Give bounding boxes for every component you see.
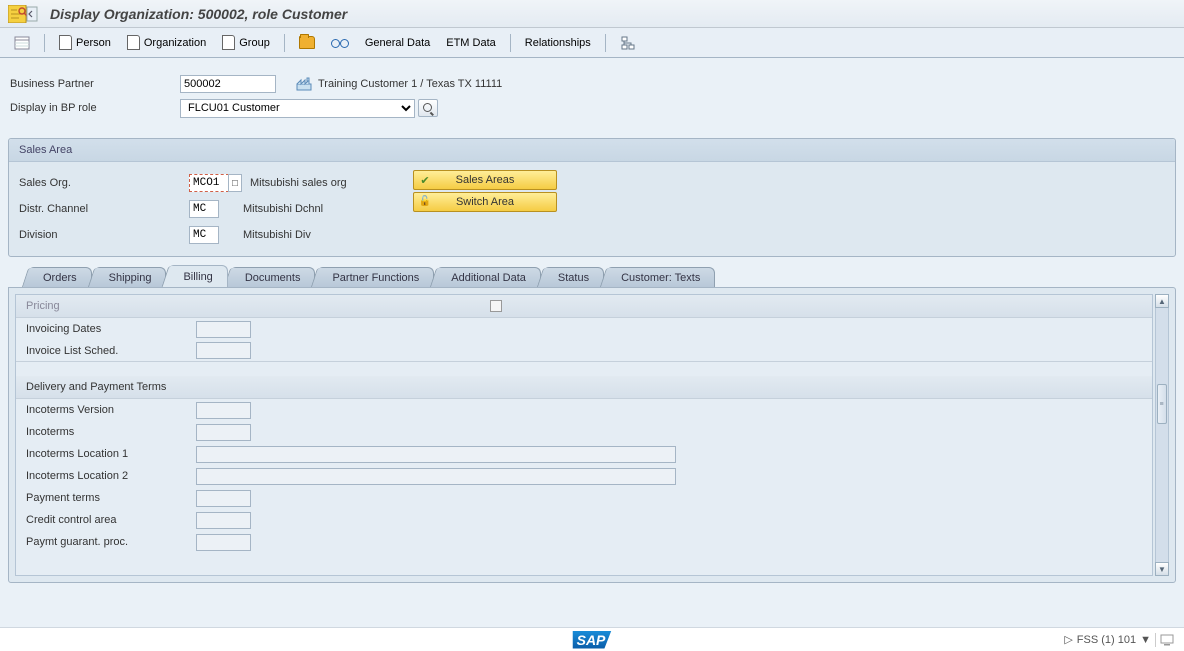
distr-channel-descr: Mitsubishi Dchnl xyxy=(243,203,323,215)
scroll-up-button[interactable]: ▲ xyxy=(1155,294,1169,308)
search-icon xyxy=(423,103,433,113)
tab-shipping[interactable]: Shipping xyxy=(94,267,167,287)
scroll-thumb[interactable]: ≡ xyxy=(1157,384,1167,424)
incoterms-loc2-input[interactable] xyxy=(196,468,676,485)
tab-documents[interactable]: Documents xyxy=(230,267,316,287)
terminal-icon[interactable] xyxy=(1160,634,1174,646)
status-system: FSS (1) 101 xyxy=(1077,634,1136,646)
credit-control-input[interactable] xyxy=(196,512,251,529)
division-descr: Mitsubishi Div xyxy=(243,229,311,241)
payment-terms-label: Payment terms xyxy=(26,492,196,504)
tab-billing[interactable]: Billing xyxy=(168,265,227,287)
incoterms-version-input[interactable] xyxy=(196,402,251,419)
sap-logo: SAP xyxy=(573,631,612,649)
invoicing-dates-label: Invoicing Dates xyxy=(26,323,196,335)
group-label: Group xyxy=(239,37,270,49)
header-fields: Business Partner Training Customer 1 / T… xyxy=(8,66,1176,138)
person-label: Person xyxy=(76,37,111,49)
sales-area-title: Sales Area xyxy=(9,139,1175,162)
scroll-down-button[interactable]: ▼ xyxy=(1155,562,1169,576)
invoicing-dates-input[interactable] xyxy=(196,321,251,338)
distr-channel-label: Distr. Channel xyxy=(19,203,189,215)
bp-label: Business Partner xyxy=(10,78,180,90)
relationships-label: Relationships xyxy=(525,37,591,49)
vertical-scrollbar[interactable]: ▲ ≡ ▼ xyxy=(1155,294,1169,576)
incoterms-loc1-input[interactable] xyxy=(196,446,676,463)
switch-area-label: Switch Area xyxy=(456,196,514,208)
paymt-guarant-label: Paymt guarant. proc. xyxy=(26,536,196,548)
billing-scroll: Pricing Invoicing Dates Invoice List Sch… xyxy=(15,294,1153,576)
factory-icon xyxy=(296,77,312,91)
app-toolbar: Person Organization Group General Data E… xyxy=(0,28,1184,58)
sales-org-descr: Mitsubishi sales org xyxy=(250,177,347,189)
glasses-button[interactable] xyxy=(325,32,355,54)
switch-area-button[interactable]: Switch Area xyxy=(413,192,557,212)
document-icon xyxy=(59,35,72,50)
incoterms-label: Incoterms xyxy=(26,426,196,438)
tab-status[interactable]: Status xyxy=(543,267,604,287)
bp-role-select[interactable]: FLCU01 Customer xyxy=(180,99,415,118)
f4-help-button[interactable]: ☐ xyxy=(228,174,242,192)
invoice-list-sched-input[interactable] xyxy=(196,342,251,359)
document-icon xyxy=(222,35,235,50)
glasses-icon xyxy=(331,38,349,48)
connection-icon: ▷ xyxy=(1064,633,1072,646)
group-button[interactable]: Group xyxy=(216,32,276,54)
tab-orders[interactable]: Orders xyxy=(28,267,92,287)
window-icon[interactable] xyxy=(6,4,40,24)
status-bar: SAP ▷ FSS (1) 101 ▼ xyxy=(0,627,1184,651)
role-label: Display in BP role xyxy=(10,102,180,114)
document-icon xyxy=(127,35,140,50)
incoterms-version-label: Incoterms Version xyxy=(26,404,196,416)
tab-partner-functions[interactable]: Partner Functions xyxy=(317,267,434,287)
overview-button[interactable] xyxy=(614,32,642,54)
role-search-button[interactable] xyxy=(418,99,438,117)
etm-data-button[interactable]: ETM Data xyxy=(440,32,502,54)
invoice-list-sched-label: Invoice List Sched. xyxy=(26,345,196,357)
division-input[interactable] xyxy=(189,226,219,244)
folder-open-icon xyxy=(299,36,315,49)
organization-button[interactable]: Organization xyxy=(121,32,212,54)
organization-label: Organization xyxy=(144,37,206,49)
open-button[interactable] xyxy=(293,32,321,54)
bp-description: Training Customer 1 / Texas TX 11111 xyxy=(318,78,502,90)
pricing-label: Pricing xyxy=(26,300,60,312)
delivery-section-header: Delivery and Payment Terms xyxy=(16,376,1152,399)
incoterms-input[interactable] xyxy=(196,424,251,441)
distr-channel-input[interactable] xyxy=(189,200,219,218)
tab-additional-data[interactable]: Additional Data xyxy=(436,267,541,287)
sales-areas-button[interactable]: Sales Areas xyxy=(413,170,557,190)
incoterms-loc1-label: Incoterms Location 1 xyxy=(26,448,196,460)
title-bar: Display Organization: 500002, role Custo… xyxy=(0,0,1184,28)
content-area: Business Partner Training Customer 1 / T… xyxy=(0,58,1184,651)
sales-areas-label: Sales Areas xyxy=(456,174,515,186)
status-dropdown-icon[interactable]: ▼ xyxy=(1140,634,1151,646)
scroll-track[interactable]: ≡ xyxy=(1155,308,1169,562)
sales-org-input[interactable] xyxy=(189,174,229,192)
tab-panel-billing: Pricing Invoicing Dates Invoice List Sch… xyxy=(8,287,1176,583)
person-button[interactable]: Person xyxy=(53,32,117,54)
menu-button[interactable] xyxy=(8,32,36,54)
payment-terms-input[interactable] xyxy=(196,490,251,507)
page-title: Display Organization: 500002, role Custo… xyxy=(50,6,347,22)
check-icon xyxy=(418,173,432,187)
sales-org-label: Sales Org. xyxy=(19,177,189,189)
credit-control-label: Credit control area xyxy=(26,514,196,526)
bp-number-input[interactable] xyxy=(180,75,276,93)
general-data-label: General Data xyxy=(365,37,430,49)
division-label: Division xyxy=(19,229,189,241)
pricing-checkbox[interactable] xyxy=(490,300,502,312)
tab-customer-texts[interactable]: Customer: Texts xyxy=(606,267,715,287)
tab-strip: Orders Shipping Billing Documents Partne… xyxy=(8,265,1176,287)
sales-area-group: Sales Area Sales Org. ☐ Mitsubishi sales… xyxy=(8,138,1176,257)
hierarchy-icon xyxy=(620,36,636,50)
general-data-button[interactable]: General Data xyxy=(359,32,436,54)
incoterms-loc2-label: Incoterms Location 2 xyxy=(26,470,196,482)
etm-data-label: ETM Data xyxy=(446,37,496,49)
relationships-button[interactable]: Relationships xyxy=(519,32,597,54)
unlock-icon xyxy=(418,195,432,209)
paymt-guarant-input[interactable] xyxy=(196,534,251,551)
pricing-section-header: Pricing xyxy=(16,295,1152,318)
